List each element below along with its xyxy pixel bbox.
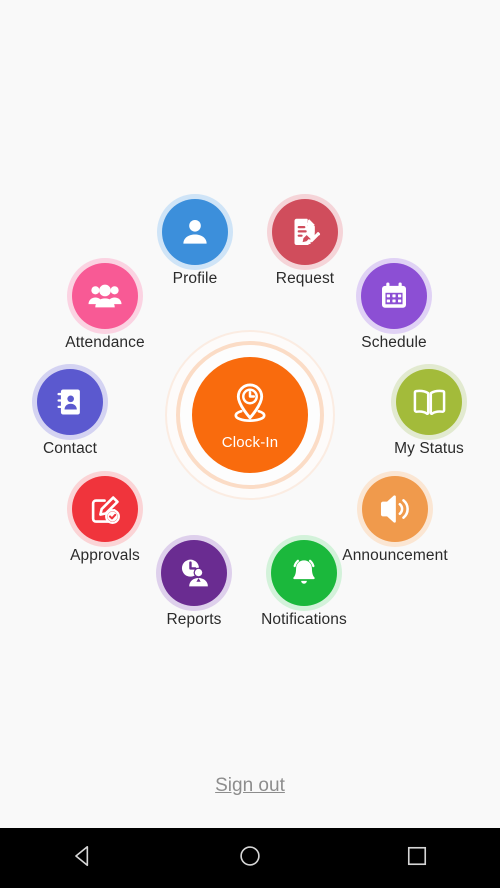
map-pin-clock-icon [227, 380, 273, 431]
sign-out-link[interactable]: Sign out [215, 775, 285, 797]
clock-in-button[interactable]: Clock-In [165, 330, 335, 500]
menu-item-contact[interactable]: Contact [10, 369, 130, 458]
attendance-bubble[interactable] [72, 263, 138, 329]
edit-check-icon [89, 493, 122, 526]
menu-label-notifications: Notifications [261, 611, 347, 628]
bell-icon [287, 556, 321, 590]
recents-square-icon [404, 843, 430, 874]
speaker-icon [378, 492, 412, 526]
person-icon [178, 215, 212, 249]
document-pencil-icon [289, 216, 322, 249]
menu-label-contact: Contact [42, 440, 98, 457]
clock-in-core[interactable]: Clock-In [192, 357, 308, 473]
menu-label-reports: Reports [166, 611, 222, 628]
menu-label-profile: Profile [172, 270, 218, 287]
approvals-bubble[interactable] [72, 476, 138, 542]
group-people-icon [87, 278, 123, 314]
open-book-icon [412, 385, 447, 420]
home-circle-icon [237, 843, 263, 874]
menu-item-schedule[interactable]: Schedule [334, 263, 454, 352]
calendar-icon [378, 280, 410, 312]
notifications-bubble[interactable] [271, 540, 337, 606]
clock-person-icon [177, 556, 211, 590]
reports-bubble[interactable] [161, 540, 227, 606]
nav-recents-button[interactable] [382, 828, 452, 888]
android-navigation-bar [0, 828, 500, 888]
sign-out-container: Sign out [0, 775, 500, 797]
request-bubble[interactable] [272, 199, 338, 265]
menu-item-notifications[interactable]: Notifications [244, 540, 364, 629]
back-triangle-icon [70, 843, 96, 874]
menu-item-attendance[interactable]: Attendance [45, 263, 165, 352]
menu-item-reports[interactable]: Reports [134, 540, 254, 629]
menu-label-request: Request [275, 270, 335, 287]
nav-home-button[interactable] [215, 828, 285, 888]
my-status-bubble[interactable] [396, 369, 462, 435]
app-screen: Profile Request Attendance Schedule Cont… [0, 0, 500, 888]
profile-bubble[interactable] [162, 199, 228, 265]
announcement-bubble[interactable] [362, 476, 428, 542]
contact-bubble[interactable] [37, 369, 103, 435]
address-book-icon [54, 386, 86, 418]
menu-label-attendance: Attendance [65, 334, 145, 351]
menu-label-my-status: My Status [394, 440, 464, 457]
clock-in-label: Clock-In [221, 433, 279, 451]
radial-menu-canvas: Profile Request Attendance Schedule Cont… [0, 0, 500, 828]
menu-label-schedule: Schedule [361, 334, 427, 351]
schedule-bubble[interactable] [361, 263, 427, 329]
nav-back-button[interactable] [48, 828, 118, 888]
menu-label-approvals: Approvals [70, 547, 140, 564]
menu-item-my-status[interactable]: My Status [369, 369, 489, 458]
